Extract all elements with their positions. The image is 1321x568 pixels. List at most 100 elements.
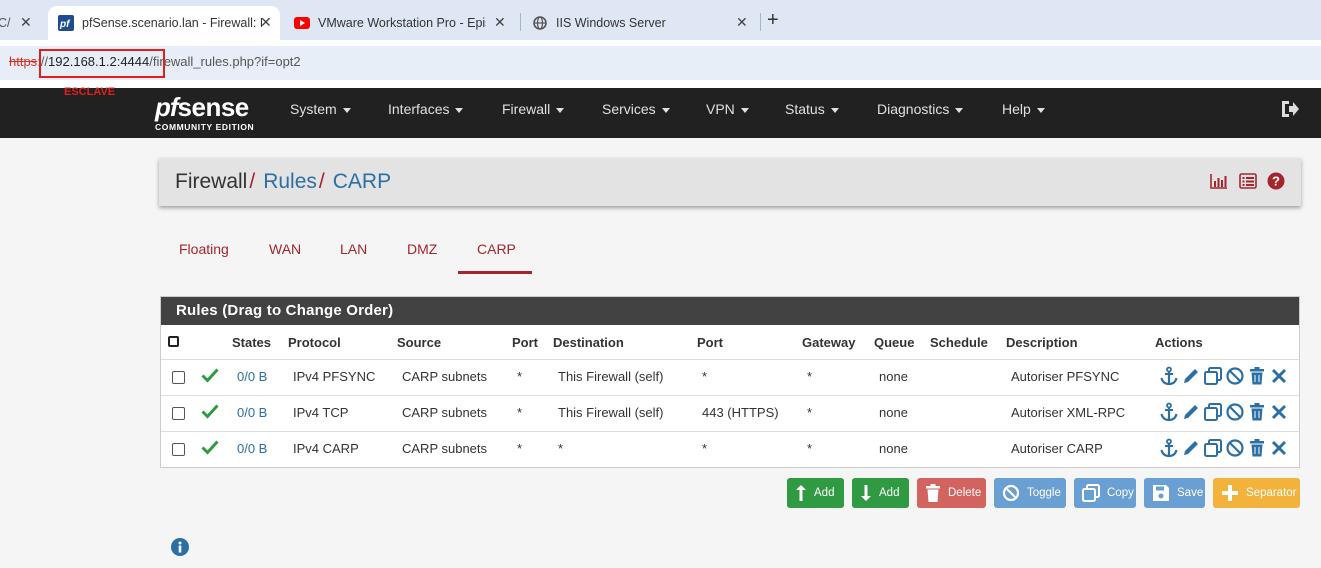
caret-down-icon — [1036, 107, 1045, 113]
tab-floating[interactable]: Floating — [179, 241, 229, 257]
add-bottom-button[interactable]: Add — [852, 478, 909, 508]
row-checkbox[interactable] — [172, 407, 185, 420]
ban-icon[interactable] — [1225, 438, 1245, 458]
menu-firewall[interactable]: Firewall — [502, 101, 565, 117]
toggle-button[interactable]: Toggle — [994, 478, 1066, 508]
close-tab-icon[interactable]: ✕ — [736, 14, 748, 31]
trash-icon[interactable] — [1247, 402, 1267, 422]
anchor-icon[interactable] — [1159, 402, 1179, 422]
delete-button[interactable]: Delete — [917, 478, 986, 508]
tab-title: IIS Windows Server — [556, 16, 666, 30]
host-highlight-box — [39, 49, 165, 78]
menu-interfaces[interactable]: Interfaces — [388, 101, 464, 117]
add-top-button[interactable]: Add — [787, 478, 844, 508]
rule-states[interactable]: 0/0 B — [237, 369, 267, 384]
check-icon[interactable] — [201, 403, 219, 424]
copy-icon[interactable] — [1203, 402, 1223, 422]
browser-tab[interactable]: C/ ✕ — [0, 6, 40, 40]
copy-button[interactable]: Copy — [1074, 478, 1136, 508]
check-icon[interactable] — [201, 367, 219, 388]
tab-lan[interactable]: LAN — [340, 241, 367, 257]
pencil-icon[interactable] — [1181, 402, 1201, 422]
select-all-checkbox[interactable] — [168, 336, 179, 347]
rule-states[interactable]: 0/0 B — [237, 405, 267, 420]
rule-states[interactable]: 0/0 B — [237, 441, 267, 456]
rules-panel-header: Rules (Drag to Change Order) — [161, 297, 1299, 325]
tab-carp[interactable]: CARP — [477, 241, 516, 257]
menu-services[interactable]: Services — [602, 101, 670, 117]
pfsense-logo[interactable]: pfsense COMMUNITY EDITION — [155, 92, 254, 132]
close-tab-icon[interactable]: ✕ — [260, 14, 272, 31]
trash-icon[interactable] — [1247, 366, 1267, 386]
menu-diagnostics[interactable]: Diagnostics — [877, 101, 964, 117]
anchor-icon[interactable] — [1159, 366, 1179, 386]
rule-gateway: * — [807, 405, 813, 420]
arrow-down-icon — [861, 485, 871, 501]
tab-dmz[interactable]: DMZ — [407, 241, 437, 257]
row-actions — [1159, 438, 1289, 458]
bar-chart-icon[interactable] — [1210, 173, 1228, 194]
ban-icon[interactable] — [1225, 402, 1245, 422]
button-label: Add — [814, 487, 835, 499]
browser-tab[interactable]: VMware Workstation Pro - Episo ✕ — [286, 6, 512, 40]
menu-help[interactable]: Help — [1002, 101, 1045, 117]
menu-system[interactable]: System — [290, 101, 351, 117]
svg-text:pf: pf — [59, 19, 71, 30]
browser-tab[interactable]: IIS Windows Server ✕ — [522, 6, 758, 40]
list-icon[interactable] — [1239, 173, 1257, 194]
breadcrumb-current[interactable]: CARP — [333, 170, 391, 193]
menu-label: Firewall — [502, 101, 551, 117]
close-tab-icon[interactable]: ✕ — [494, 14, 506, 31]
table-row[interactable]: 0/0 B IPv4 CARP CARP subnets * * * * non… — [161, 431, 1299, 467]
tab-wan[interactable]: WAN — [269, 241, 301, 257]
copy-icon[interactable] — [1203, 366, 1223, 386]
logout-icon[interactable] — [1280, 100, 1300, 123]
menu-label: Help — [1002, 101, 1031, 117]
close-tab-icon[interactable]: ✕ — [20, 14, 32, 31]
menu-status[interactable]: Status — [785, 101, 839, 117]
youtube-icon — [294, 15, 310, 31]
anchor-icon[interactable] — [1159, 438, 1179, 458]
pencil-icon[interactable] — [1181, 438, 1201, 458]
ban-icon[interactable] — [1225, 366, 1245, 386]
rule-source-port: * — [517, 369, 523, 384]
row-checkbox[interactable] — [172, 371, 185, 384]
table-row[interactable]: 0/0 B IPv4 TCP CARP subnets * This Firew… — [161, 395, 1299, 431]
times-icon[interactable] — [1269, 402, 1289, 422]
check-icon[interactable] — [201, 439, 219, 460]
rule-destination: * — [558, 441, 564, 456]
times-icon[interactable] — [1269, 366, 1289, 386]
caret-down-icon — [556, 107, 565, 113]
address-bar[interactable]: https://192.168.1.2:4444/firewall_rules.… — [0, 46, 1321, 80]
new-tab-button[interactable]: + — [767, 9, 779, 32]
rule-gateway: * — [807, 441, 813, 456]
separator-button[interactable]: Separator — [1213, 478, 1300, 508]
floppy-icon — [1153, 485, 1169, 501]
header-description: Description — [1006, 335, 1078, 350]
logo-pf: pf — [155, 92, 179, 122]
save-button[interactable]: Save — [1144, 478, 1205, 508]
copy-icon — [1082, 484, 1100, 502]
help-icon[interactable]: ? — [1267, 172, 1285, 195]
table-row[interactable]: 0/0 B IPv4 PFSYNC CARP subnets * This Fi… — [161, 359, 1299, 395]
browser-tab-active[interactable]: pf pfSense.scenario.lan - Firewall: R ✕ — [48, 6, 280, 40]
times-icon[interactable] — [1269, 438, 1289, 458]
trash-icon[interactable] — [1247, 438, 1267, 458]
active-tab-indicator — [458, 271, 532, 274]
browser-tab-bar: C/ ✕ pf pfSense.scenario.lan - Firewall:… — [0, 0, 1321, 40]
copy-icon[interactable] — [1203, 438, 1223, 458]
plus-icon — [1222, 485, 1238, 501]
annotation-label: ESCLAVE — [64, 86, 116, 98]
info-icon[interactable] — [171, 538, 189, 561]
button-label: Delete — [948, 487, 982, 499]
row-checkbox[interactable] — [172, 443, 185, 456]
pencil-icon[interactable] — [1181, 366, 1201, 386]
logo-edition: COMMUNITY EDITION — [155, 122, 255, 132]
rule-source-port: * — [517, 441, 523, 456]
pfsense-icon: pf — [58, 15, 74, 31]
menu-vpn[interactable]: VPN — [706, 101, 749, 117]
breadcrumb-rules-link[interactable]: Rules — [263, 170, 317, 193]
rule-source-port: * — [517, 405, 523, 420]
header-source: Source — [397, 335, 442, 350]
rule-gateway: * — [807, 369, 813, 384]
